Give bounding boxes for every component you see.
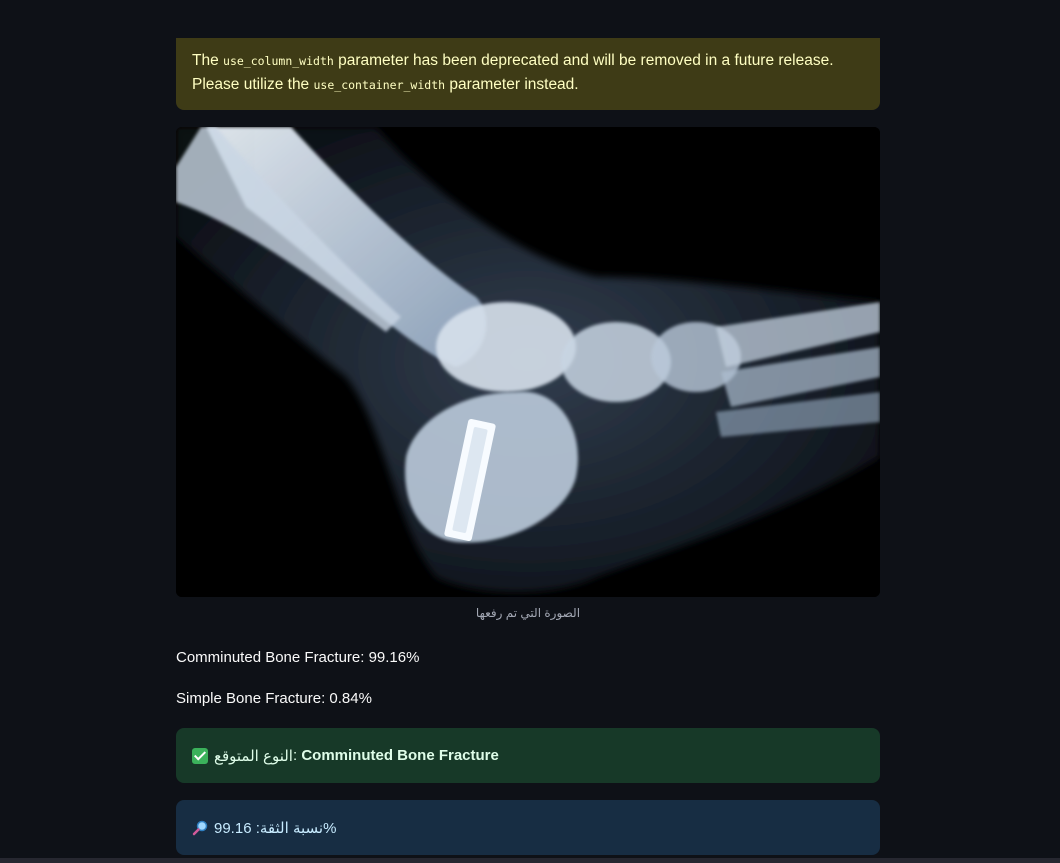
uploaded-xray-image	[176, 127, 880, 597]
prediction-result-alert: النوع المتوقع: Comminuted Bone Fracture	[176, 728, 880, 783]
confidence-text: نسبة الثقة: 99.16%	[214, 819, 337, 837]
warning-text-1: The	[192, 52, 224, 69]
confidence-alert: نسبة الثقة: 99.16%	[176, 800, 880, 855]
deprecation-warning: The use_column_width parameter has been …	[176, 38, 880, 110]
prediction-separator: :	[292, 747, 302, 764]
probability-simple: Simple Bone Fracture: 0.84%	[176, 690, 372, 707]
image-caption: الصورة التي تم رفعها	[475, 606, 581, 620]
check-icon	[192, 747, 208, 764]
magnifier-icon	[192, 820, 208, 836]
warning-code-1: use_column_width	[223, 54, 334, 68]
warning-code-2: use_container_width	[313, 78, 446, 92]
prediction-value: Comminuted Bone Fracture	[301, 747, 499, 764]
probability-comminuted: Comminuted Bone Fracture: 99.16%	[176, 649, 420, 666]
warning-text-3: parameter instead.	[445, 76, 579, 93]
prediction-label: النوع المتوقع	[214, 747, 293, 765]
bottom-divider	[0, 858, 1060, 863]
